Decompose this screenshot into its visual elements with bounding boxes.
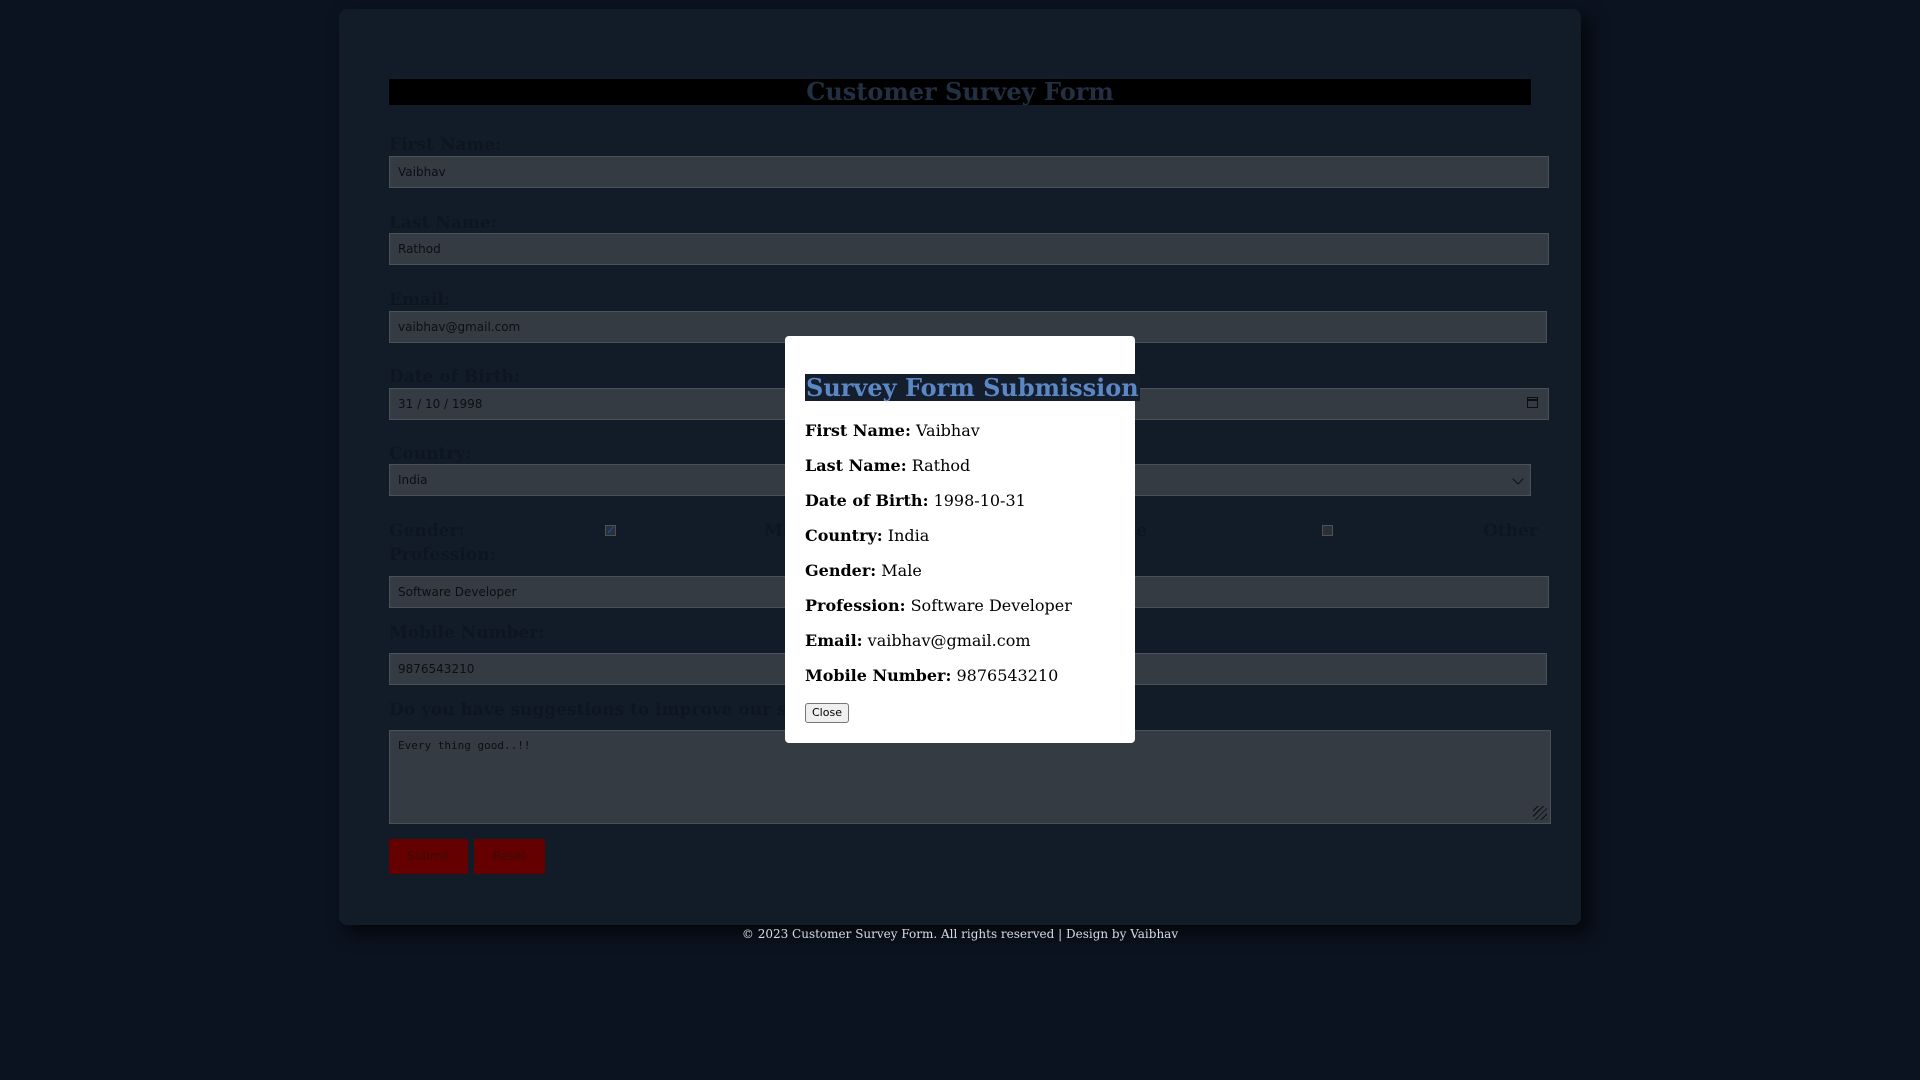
modal-row: Email: vaibhav@gmail.com [805, 631, 1115, 651]
modal-row-label: Mobile Number: [805, 666, 952, 685]
modal-row-value: 1998-10-31 [933, 491, 1026, 510]
modal-row: Last Name: Rathod [805, 456, 1115, 476]
modal-row-label: Gender: [805, 561, 877, 580]
modal-overlay: Survey Form Submission First Name: Vaibh… [0, 0, 1920, 1080]
modal-row-value: 9876543210 [956, 666, 1059, 685]
modal-row-value: Vaibhav [915, 421, 980, 440]
modal-row: Mobile Number: 9876543210 [805, 666, 1115, 686]
modal-row: Date of Birth: 1998-10-31 [805, 491, 1115, 511]
modal-row-label: Email: [805, 631, 863, 650]
modal-row-label: Last Name: [805, 456, 907, 475]
modal-title: Survey Form Submission [805, 373, 1140, 402]
modal-row: Country: India [805, 526, 1115, 546]
modal-row-value: Male [881, 561, 922, 580]
modal-row-label: Country: [805, 526, 883, 545]
modal-row: Profession: Software Developer [805, 596, 1115, 616]
modal-row-value: vaibhav@gmail.com [867, 631, 1031, 650]
modal-row-label: First Name: [805, 421, 911, 440]
modal-row-value: India [887, 526, 930, 545]
modal-row-value: Software Developer [910, 596, 1072, 615]
submission-modal: Survey Form Submission First Name: Vaibh… [785, 336, 1140, 743]
modal-row: First Name: Vaibhav [805, 421, 1115, 441]
modal-row-label: Date of Birth: [805, 491, 929, 510]
modal-row: Gender: Male [805, 561, 1115, 581]
modal-row-label: Profession: [805, 596, 906, 615]
modal-row-value: Rathod [911, 456, 971, 475]
close-button[interactable]: Close [805, 703, 849, 723]
